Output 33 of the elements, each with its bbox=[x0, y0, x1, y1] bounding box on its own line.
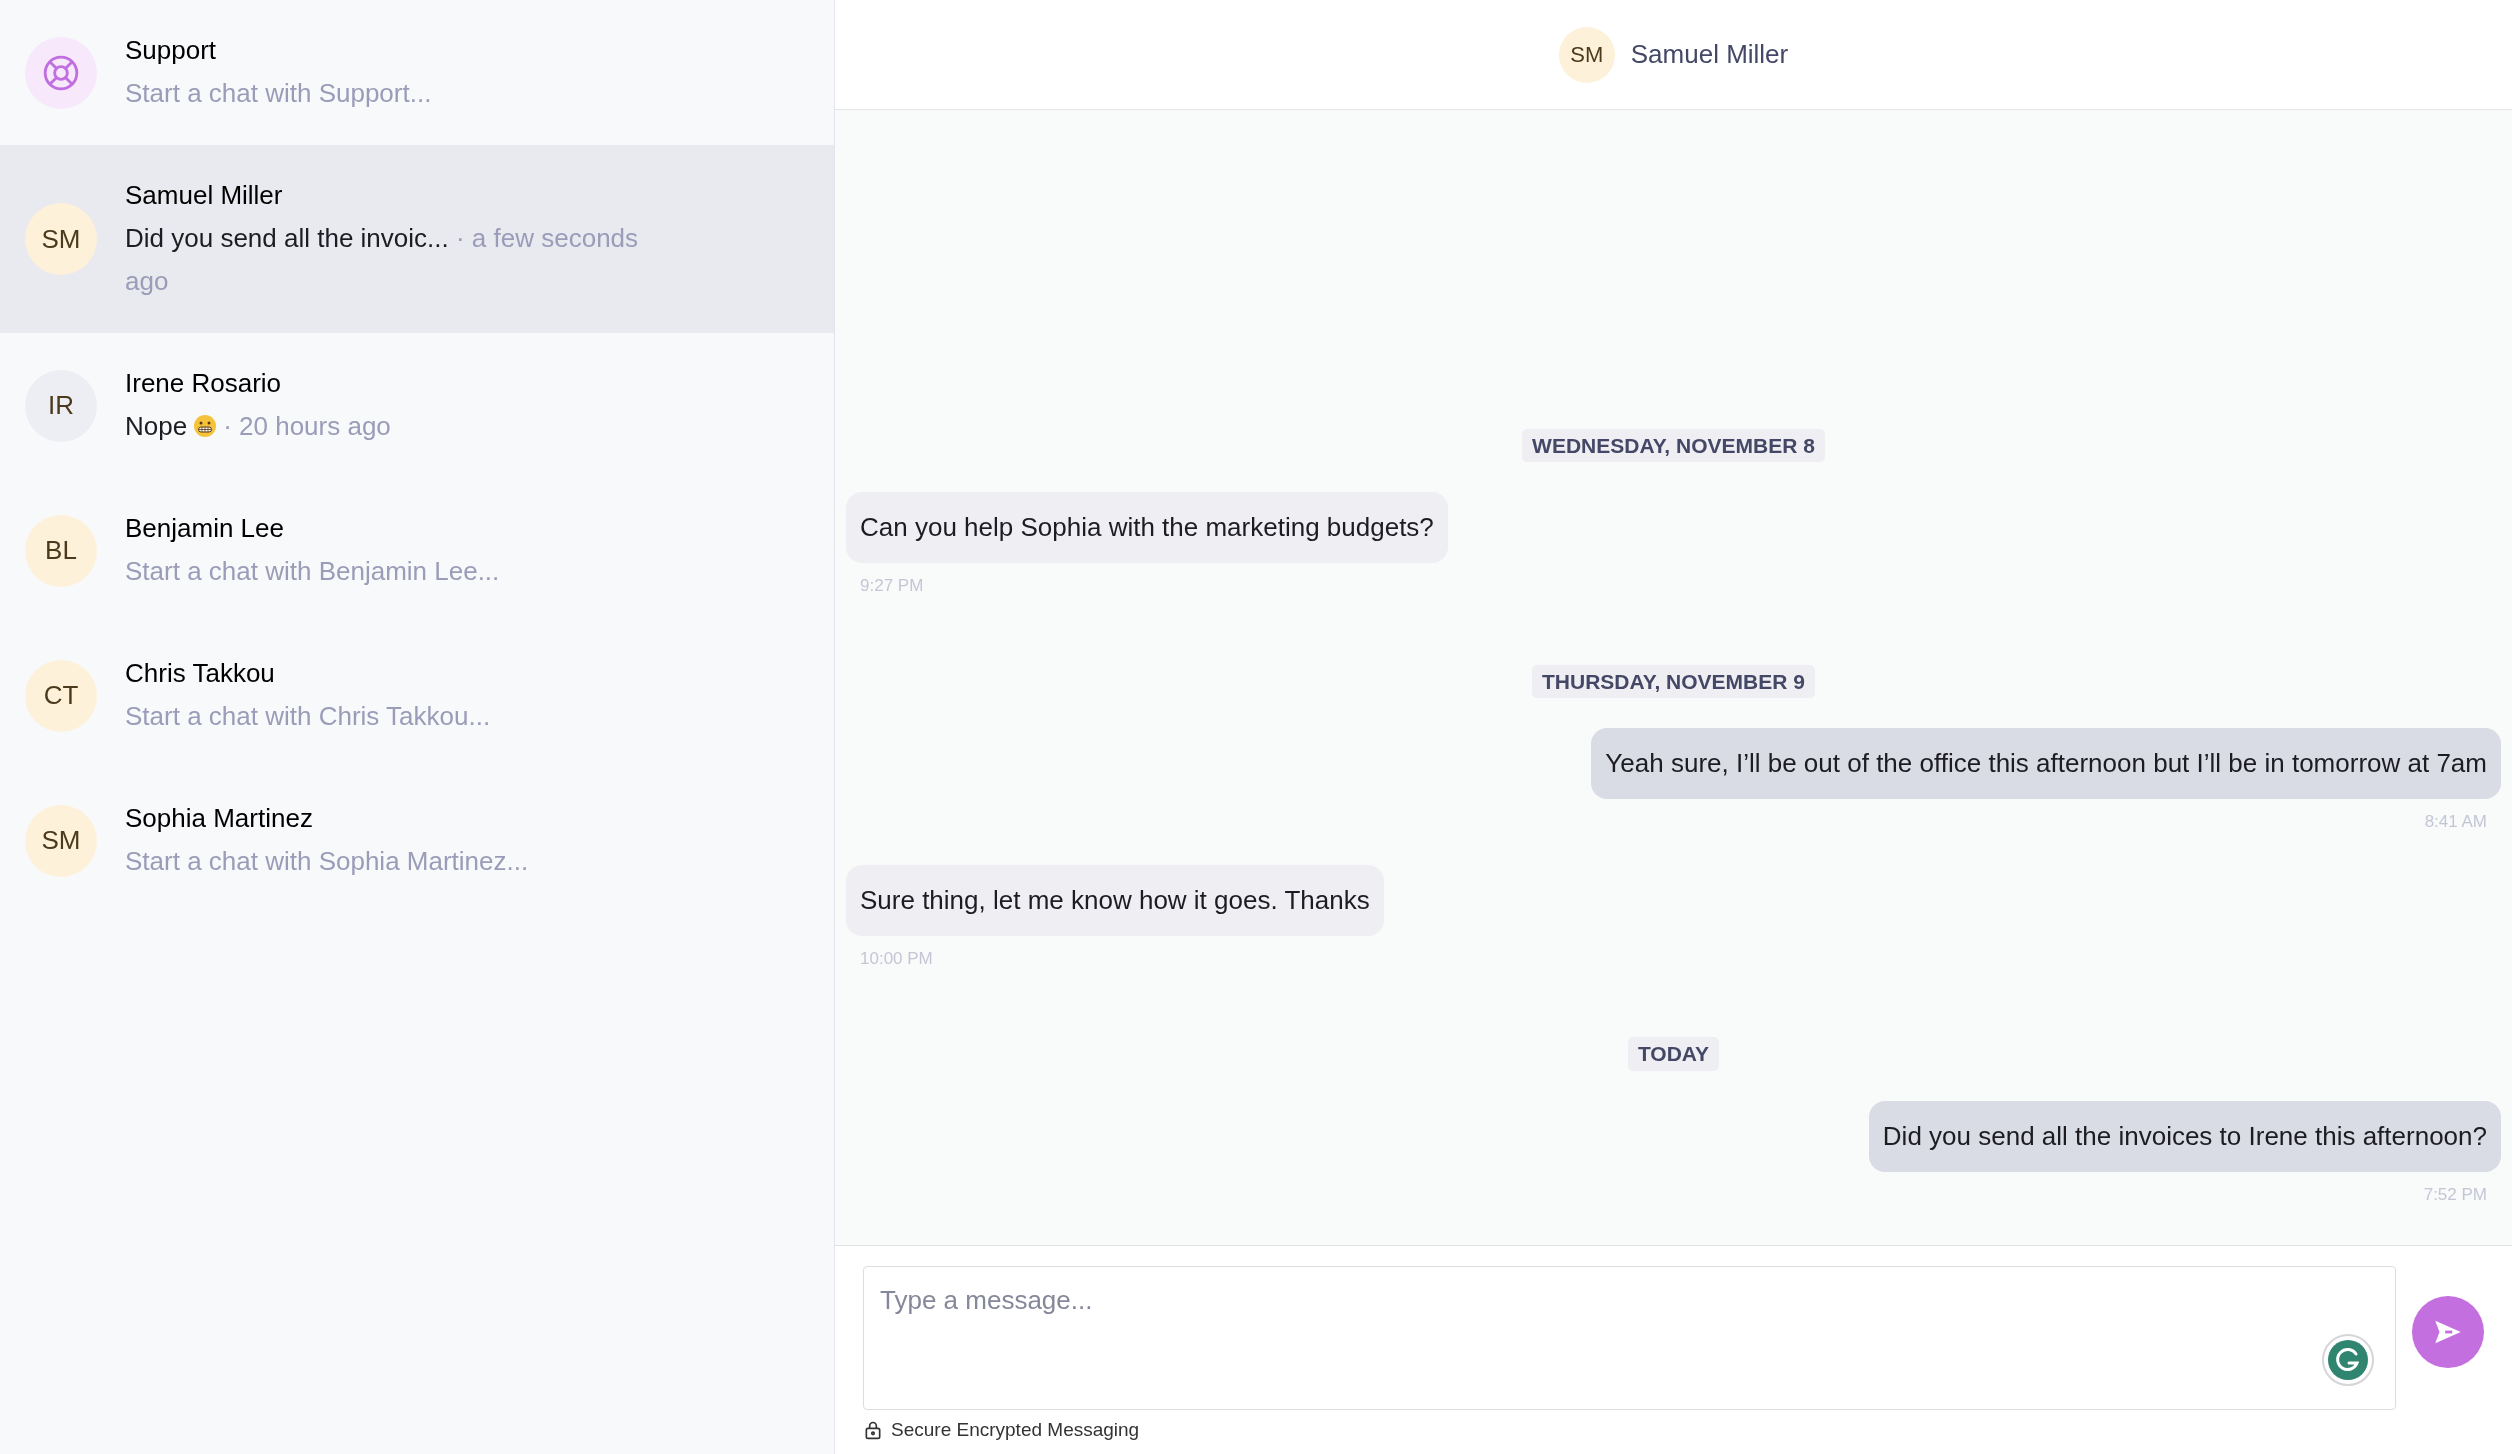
avatar: BL bbox=[25, 514, 97, 587]
avatar: SM bbox=[25, 804, 97, 877]
message-preview: Start a chat with Benjamin Lee... bbox=[125, 555, 500, 588]
avatar: CT bbox=[25, 659, 97, 732]
message-bubble: Sure thing, let me know how it goes. Thanks bbox=[846, 864, 1384, 936]
message-preview: Did you send all the invoic... · a few seconds ago bbox=[125, 222, 640, 298]
contact-name: Support bbox=[125, 34, 218, 67]
date-label: TODAY bbox=[1627, 1037, 1720, 1071]
contact-name: Irene Rosario bbox=[125, 367, 283, 400]
lock-icon bbox=[863, 1420, 883, 1441]
contact-name: Chris Takkou bbox=[125, 657, 276, 690]
message-preview: Nope bbox=[125, 411, 188, 441]
date-label: THURSDAY, NOVEMBER 9 bbox=[1532, 664, 1815, 698]
lifebuoy-icon bbox=[42, 53, 80, 92]
grammar-assistant-icon[interactable] bbox=[2322, 1334, 2374, 1386]
message-field[interactable]: Type a message... bbox=[863, 1266, 2396, 1410]
date-label: WEDNESDAY, NOVEMBER 8 bbox=[1522, 428, 1825, 462]
avatar: SM bbox=[25, 203, 97, 275]
contact-name: Samuel Miller bbox=[1630, 38, 1789, 71]
message-bubble: Did you send all the invoices to Irene this afternoon? bbox=[1868, 1100, 2501, 1172]
message-preview: Start a chat with Support... bbox=[125, 77, 432, 110]
timestamp: · 20 hours ago bbox=[223, 411, 391, 441]
message-preview: Start a chat with Sophia Martinez... bbox=[125, 845, 529, 878]
message-preview: Start a chat with Chris Takkou... bbox=[125, 700, 491, 733]
contact-name: Samuel Miller bbox=[125, 179, 284, 212]
avatar: SM bbox=[1558, 26, 1615, 83]
message-bubble: Can you help Sophia with the marketing budgets? bbox=[846, 492, 1448, 563]
message-bubble: Yeah sure, I’ll be out of the office this afternoon but I’ll be in tomorrow at 7am bbox=[1591, 728, 2501, 799]
conversation-item[interactable]: SM Samuel Miller Did you send all the invoic... · a few seconds ago bbox=[0, 145, 834, 333]
contact-name: Benjamin Lee bbox=[125, 512, 285, 545]
avatar: IR bbox=[25, 369, 97, 442]
contact-name: Sophia Martinez bbox=[125, 802, 314, 835]
security-note: Secure Encrypted Messaging bbox=[891, 1418, 1140, 1442]
